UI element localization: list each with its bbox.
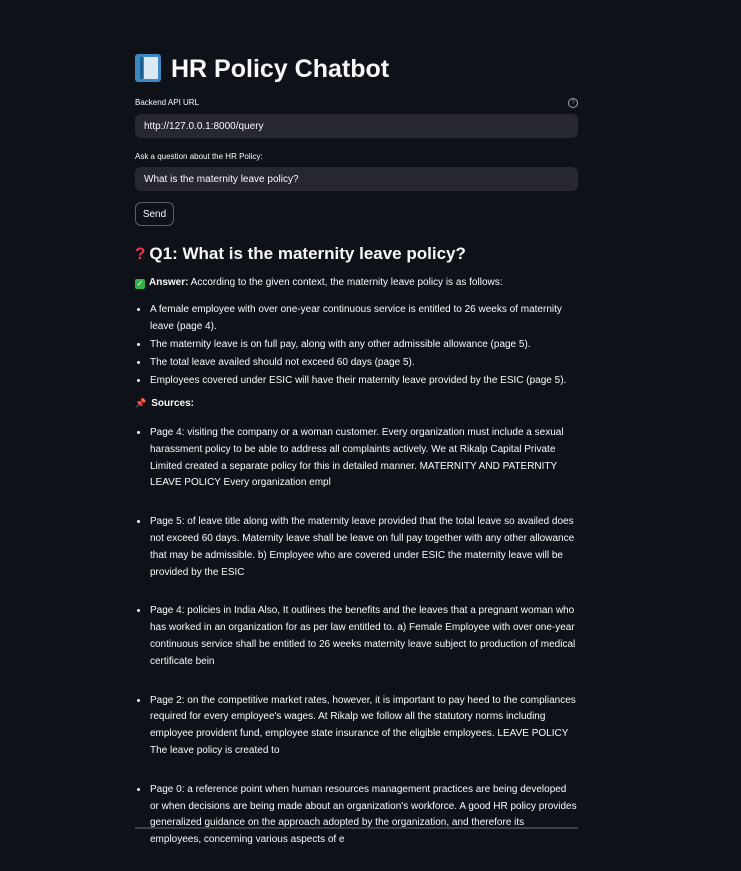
help-icon[interactable]: ? (568, 98, 578, 108)
question-label: Ask a question about the HR Policy: (135, 152, 263, 161)
blue-book-icon (135, 54, 161, 82)
page-title: HR Policy Chatbot (135, 51, 389, 87)
send-button[interactable]: Send (135, 202, 174, 226)
answer-point: Employees covered under ESIC will have t… (149, 372, 578, 389)
answer-line: ✓ Answer: According to the given context,… (135, 277, 503, 289)
source-item: Page 4: policies in India Also, It outli… (149, 603, 578, 670)
pushpin-icon: 📌 (135, 398, 147, 408)
sources-label: Sources: (151, 398, 195, 409)
api-url-input[interactable] (135, 114, 578, 138)
api-url-label: Backend API URL (135, 98, 200, 107)
sources-heading: 📌 Sources: (135, 398, 194, 409)
answer-point: The total leave availed should not excee… (149, 354, 578, 371)
answer-label: Answer: (149, 277, 189, 288)
source-item: Page 4: visiting the company or a woman … (149, 425, 578, 492)
answer-intro: According to the given context, the mate… (188, 277, 503, 288)
sources-list: Page 4: visiting the company or a woman … (135, 425, 578, 871)
answer-point: The maternity leave is on full pay, alon… (149, 336, 578, 353)
divider (135, 827, 578, 829)
source-item: Page 2: on the competitive market rates,… (149, 693, 578, 760)
answer-list: A female employee with over one-year con… (135, 301, 578, 390)
page-title-text: HR Policy Chatbot (171, 55, 390, 83)
question-mark-icon: ? (135, 244, 146, 263)
source-item: Page 0: a reference point when human res… (149, 782, 578, 849)
question-heading: ? Q1: What is the maternity leave policy? (135, 242, 466, 266)
question-heading-text: Q1: What is the maternity leave policy? (149, 244, 466, 263)
answer-point: A female employee with over one-year con… (149, 301, 578, 335)
source-item: Page 5: of leave title along with the ma… (149, 514, 578, 581)
question-input[interactable] (135, 167, 578, 191)
check-mark-icon: ✓ (135, 279, 145, 289)
